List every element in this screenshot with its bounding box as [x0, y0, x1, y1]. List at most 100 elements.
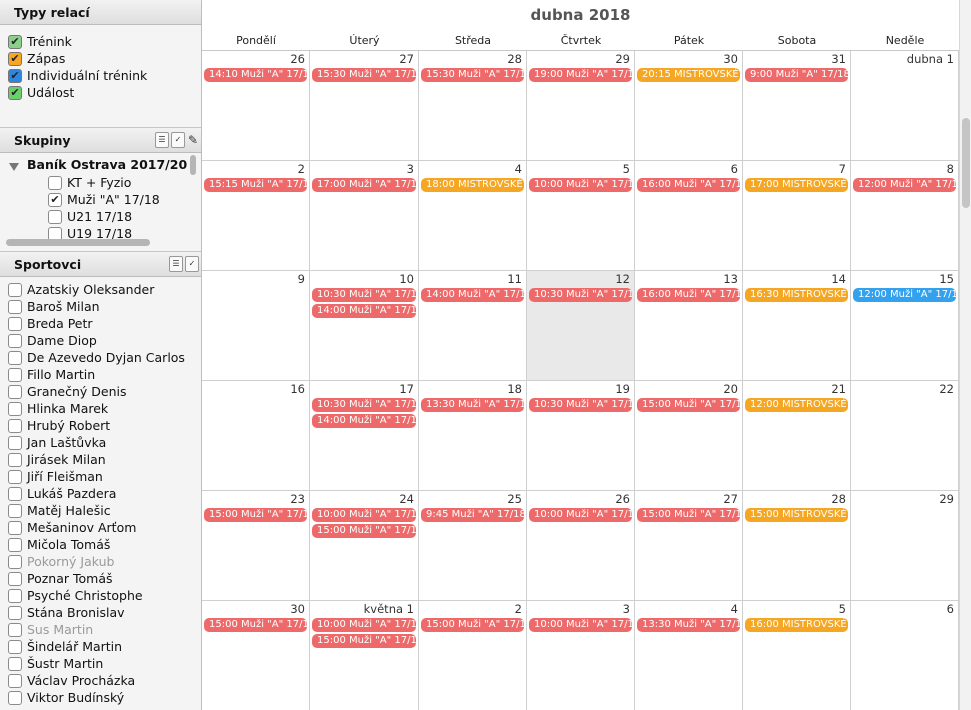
calendar-event[interactable]: 10:30 Muži "A" 17/18: [312, 398, 416, 412]
calendar-event[interactable]: 14:10 Muži "A" 17/18: [204, 68, 307, 82]
day-cell[interactable]: 18 13:30 Muži "A" 17/18: [419, 381, 527, 491]
athlete-checkbox[interactable]: [8, 435, 22, 450]
list-view-icon[interactable]: ☰: [169, 256, 183, 272]
athlete-item[interactable]: Mičola Tomáš: [8, 536, 110, 553]
day-cell[interactable]: 28 15:00 MISTROVSKÉ UTKÁNÍ: [743, 491, 851, 601]
group-checkbox[interactable]: ✔: [48, 192, 62, 207]
day-cell[interactable]: 11 14:00 Muži "A" 17/18: [419, 271, 527, 381]
day-cell[interactable]: 21 12:00 MISTROVSKÉ UTKÁNÍ: [743, 381, 851, 491]
calendar-event[interactable]: 12:00 Muži "A" 17/18: [853, 288, 956, 302]
calendar-event[interactable]: 15:00 Muži "A" 17/18: [421, 618, 524, 632]
day-cell[interactable]: 2 15:00 Muži "A" 17/18: [419, 601, 527, 710]
day-cell[interactable]: května 1 10:00 Muži "A" 17/18 15:00 Muži "…: [310, 601, 419, 710]
athlete-item[interactable]: Sus Martin: [8, 621, 93, 638]
athlete-checkbox[interactable]: [8, 537, 22, 552]
athlete-checkbox[interactable]: [8, 520, 22, 535]
athlete-item[interactable]: Václav Procházka: [8, 672, 135, 689]
day-cell[interactable]: 5 10:00 Muži "A" 17/18: [527, 161, 635, 271]
day-cell[interactable]: 17 10:30 Muži "A" 17/18 14:00 Muži "A" 17/…: [310, 381, 419, 491]
athlete-checkbox[interactable]: [8, 469, 22, 484]
calendar-event[interactable]: 15:30 Muži "A" 17/18: [312, 68, 416, 82]
calendar-event[interactable]: 15:00 Muži "A" 17/18: [204, 618, 307, 632]
day-cell[interactable]: 19 10:30 Muži "A" 17/18: [527, 381, 635, 491]
athlete-checkbox[interactable]: [8, 690, 22, 705]
calendar-event[interactable]: 15:00 MISTROVSKÉ UTKÁNÍ: [745, 508, 848, 522]
calendar-event[interactable]: 13:30 Muži "A" 17/18: [421, 398, 524, 412]
athlete-checkbox[interactable]: [8, 452, 22, 467]
athlete-item[interactable]: Matěj Halešic: [8, 502, 111, 519]
athlete-checkbox[interactable]: [8, 622, 22, 637]
day-cell[interactable]: 2 15:15 Muži "A" 17/18: [202, 161, 310, 271]
groups-horizontal-scrollbar[interactable]: [6, 239, 150, 246]
calendar-event[interactable]: 10:30 Muži "A" 17/18: [529, 288, 632, 302]
day-cell[interactable]: 26 10:00 Muži "A" 17/18: [527, 491, 635, 601]
day-cell[interactable]: 12 10:30 Muži "A" 17/18: [527, 271, 635, 381]
calendar-event[interactable]: 14:00 Muži "A" 17/18: [312, 414, 416, 428]
relation-type-checkbox[interactable]: ✔: [8, 34, 22, 49]
athlete-checkbox[interactable]: [8, 333, 22, 348]
athlete-checkbox[interactable]: [8, 588, 22, 603]
athlete-item[interactable]: De Azevedo Dyjan Carlos: [8, 349, 185, 366]
day-cell[interactable]: 3 10:00 Muži "A" 17/18: [527, 601, 635, 710]
day-cell[interactable]: 6: [851, 601, 959, 710]
day-cell[interactable]: 16: [202, 381, 310, 491]
day-cell[interactable]: 20 15:00 Muži "A" 17/18: [635, 381, 743, 491]
calendar-event[interactable]: 14:00 Muži "A" 17/18: [421, 288, 524, 302]
calendar-event[interactable]: 9:00 Muži "A" 17/18: [745, 68, 848, 82]
day-cell[interactable]: 22: [851, 381, 959, 491]
day-cell[interactable]: 29: [851, 491, 959, 601]
athlete-checkbox[interactable]: [8, 282, 22, 297]
calendar-event[interactable]: 15:30 Muži "A" 17/18: [421, 68, 524, 82]
calendar-event[interactable]: 16:00 Muži "A" 17/18: [637, 288, 740, 302]
day-cell[interactable]: 13 16:00 Muži "A" 17/18: [635, 271, 743, 381]
day-cell[interactable]: 15 12:00 Muži "A" 17/18: [851, 271, 959, 381]
calendar-event[interactable]: 10:00 Muži "A" 17/18: [529, 508, 632, 522]
athlete-checkbox[interactable]: [8, 656, 22, 671]
check-all-icon[interactable]: ✓: [185, 256, 199, 272]
day-cell[interactable]: 4 13:30 Muži "A" 17/18: [635, 601, 743, 710]
group-item[interactable]: U21 17/18: [48, 208, 132, 225]
calendar-event[interactable]: 20:15 MISTROVSKÉ UTKÁNÍ: [637, 68, 740, 82]
calendar-event[interactable]: 10:00 Muži "A" 17/18: [312, 618, 416, 632]
list-view-icon[interactable]: ☰: [155, 132, 169, 148]
day-cell[interactable]: 28 15:30 Muži "A" 17/18: [419, 51, 527, 161]
day-cell[interactable]: dubna 1: [851, 51, 959, 161]
day-cell[interactable]: 27 15:30 Muži "A" 17/18: [310, 51, 419, 161]
athlete-checkbox[interactable]: [8, 367, 22, 382]
athlete-item[interactable]: Mešaninov Arťom: [8, 519, 136, 536]
calendar-event[interactable]: 12:00 MISTROVSKÉ UTKÁNÍ: [745, 398, 848, 412]
calendar-event[interactable]: 10:00 Muži "A" 17/18: [312, 508, 416, 522]
groups-vertical-scrollbar[interactable]: [190, 155, 196, 175]
calendar-event[interactable]: 15:00 Muži "A" 17/18: [637, 508, 740, 522]
day-cell[interactable]: 27 15:00 Muži "A" 17/18: [635, 491, 743, 601]
day-cell[interactable]: 25 9:45 Muži "A" 17/18: [419, 491, 527, 601]
calendar-event[interactable]: 10:00 Muži "A" 17/18: [529, 618, 632, 632]
day-cell[interactable]: 7 17:00 MISTROVSKÉ UTKÁNÍ: [743, 161, 851, 271]
check-all-icon[interactable]: ✓: [171, 132, 185, 148]
athlete-checkbox[interactable]: [8, 673, 22, 688]
relation-type-item[interactable]: ✔ Událost: [8, 84, 74, 101]
day-cell[interactable]: 31 9:00 Muži "A" 17/18: [743, 51, 851, 161]
athlete-item[interactable]: Breda Petr: [8, 315, 93, 332]
calendar-event[interactable]: 16:00 Muži "A" 17/18: [637, 178, 740, 192]
athlete-item[interactable]: Hlinka Marek: [8, 400, 108, 417]
tree-expand-icon[interactable]: [9, 163, 19, 171]
day-cell[interactable]: 14 16:30 MISTROVSKÉ UTKÁNÍ: [743, 271, 851, 381]
athlete-checkbox[interactable]: [8, 350, 22, 365]
calendar-event[interactable]: 16:30 MISTROVSKÉ UTKÁNÍ: [745, 288, 848, 302]
athlete-checkbox[interactable]: [8, 639, 22, 654]
athlete-item[interactable]: Granečný Denis: [8, 383, 127, 400]
athlete-checkbox[interactable]: [8, 316, 22, 331]
calendar-event[interactable]: 18:00 MISTROVSKÉ UTKÁNÍ: [421, 178, 524, 192]
athlete-checkbox[interactable]: [8, 571, 22, 586]
group-checkbox[interactable]: [48, 175, 62, 190]
day-cell[interactable]: 8 12:00 Muži "A" 17/18: [851, 161, 959, 271]
athlete-item[interactable]: Viktor Budínský: [8, 689, 124, 706]
calendar-event[interactable]: 15:00 Muži "A" 17/18: [637, 398, 740, 412]
calendar-event[interactable]: 17:00 Muži "A" 17/18: [312, 178, 416, 192]
athlete-item[interactable]: Lukáš Pazdera: [8, 485, 116, 502]
calendar-event[interactable]: 19:00 Muži "A" 17/18: [529, 68, 632, 82]
athlete-item[interactable]: Šustr Martin: [8, 655, 103, 672]
calendar-event[interactable]: 17:00 MISTROVSKÉ UTKÁNÍ: [745, 178, 848, 192]
calendar-event[interactable]: 15:15 Muži "A" 17/18: [204, 178, 307, 192]
